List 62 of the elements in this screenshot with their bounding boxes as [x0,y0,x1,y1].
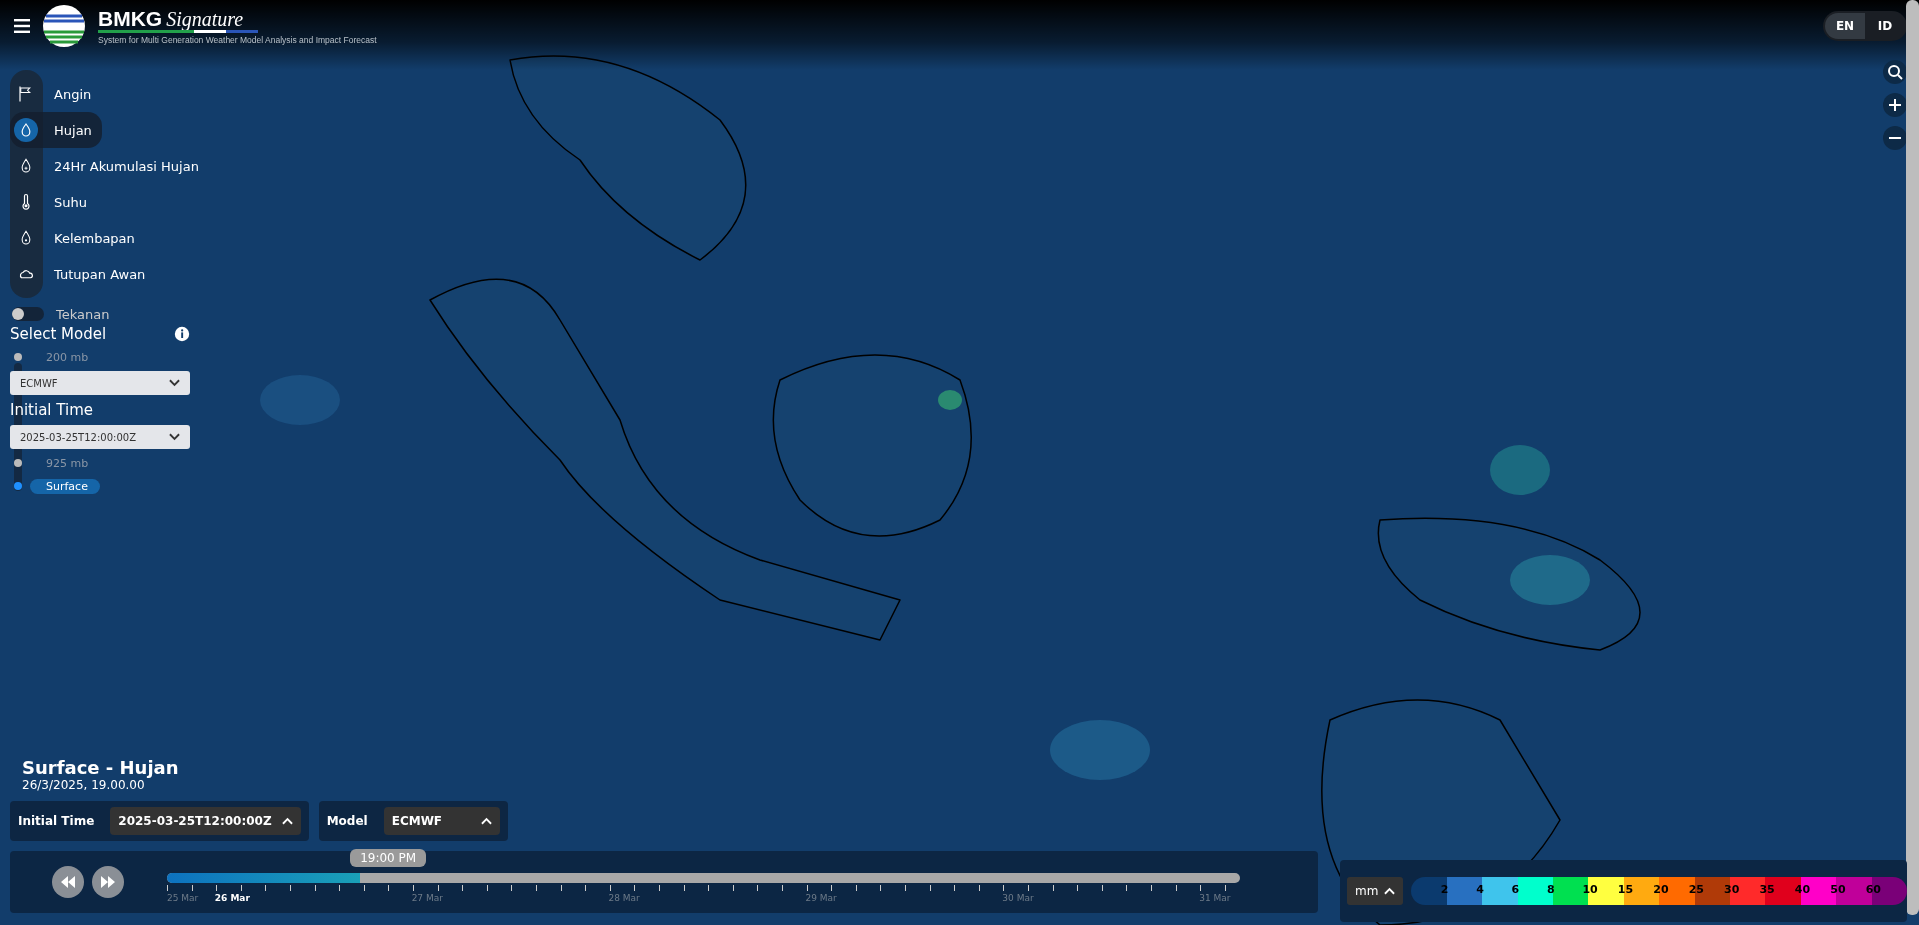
level-dot[interactable] [14,482,22,490]
date-label: 29 Mar [805,893,837,903]
initial-time-select[interactable]: 2025-03-25T12:00:00Z [10,425,190,449]
scale-value: 35 [1759,883,1775,896]
level-dot[interactable] [14,459,22,467]
toggle-label: Tekanan [56,306,110,322]
chevron-down-icon [169,379,180,387]
rain-patch [938,390,962,410]
dropdown[interactable]: ECMWF [383,807,500,835]
scale-value: 30 [1724,883,1740,896]
toggle-switch[interactable] [12,307,44,321]
language-option[interactable]: ID [1865,13,1905,39]
layer-item[interactable]: Kelembapan [10,220,135,256]
time-tooltip: 19:00 PM [350,849,427,867]
forecast-datetime: 26/3/2025, 19.00.00 [22,778,146,792]
date-label: 28 Mar [608,893,640,903]
scale-value: 25 [1688,883,1704,896]
info-icon [174,326,190,342]
date-label: 27 Mar [411,893,443,903]
dropdown[interactable]: 2025-03-25T12:00:00Z [110,807,301,835]
scrollbar[interactable] [1906,0,1919,915]
app-subtitle: System for Multi Generation Weather Model Analysis and Impact Forecast [98,34,377,45]
layer-item[interactable]: 24Hr Akumulasi Hujan [10,148,199,184]
scale-value: 4 [1476,883,1484,896]
logo-icon [42,4,86,48]
control-label: Initial Time [18,814,95,828]
rewind-icon[interactable] [52,866,84,898]
scale-value: 8 [1547,883,1555,896]
search-icon[interactable] [1883,60,1907,84]
brand-subtitle-script: Signature [166,7,244,30]
layer-item[interactable]: Hujan [10,112,102,148]
menu-icon[interactable] [14,19,30,33]
chevron-up-icon [1384,887,1396,895]
level-option[interactable]: 925 mb [30,455,101,471]
layer-item[interactable]: Suhu [10,184,87,220]
control-label: Model [326,814,368,828]
chevron-down-icon [169,433,180,441]
chevron-up-icon [480,817,492,825]
brand-name: BMKG [98,7,163,30]
scale-value: 15 [1617,883,1634,896]
layer-item[interactable]: Tutupan Awan [10,256,146,292]
field-label: Select Model [10,325,107,343]
date-label: 31 Mar [1199,893,1231,903]
zoom-in-icon[interactable] [1883,93,1907,117]
language-option[interactable]: EN [1825,13,1865,39]
zoom-out-icon[interactable] [1883,126,1907,150]
date-label: 25 Mar [167,893,199,903]
date-label: 26 Mar [214,893,250,903]
chevron-up-icon [281,817,293,825]
level-dot[interactable] [14,353,22,361]
fast-forward-icon[interactable] [92,866,124,898]
scale-value: 50 [1830,883,1846,896]
level-option[interactable]: 200 mb [30,349,101,365]
model-select[interactable]: ECMWF [10,371,190,395]
scale-value: 20 [1653,883,1669,896]
scale-value: 6 [1511,883,1520,896]
date-label: 30 Mar [1002,893,1034,903]
field-label: Initial Time [10,401,94,419]
layer-title: Surface - Hujan [22,757,180,778]
unit-dropdown[interactable]: mm [1347,877,1404,905]
rain-patch [1490,445,1550,495]
layer-item[interactable]: Angin [10,76,92,112]
